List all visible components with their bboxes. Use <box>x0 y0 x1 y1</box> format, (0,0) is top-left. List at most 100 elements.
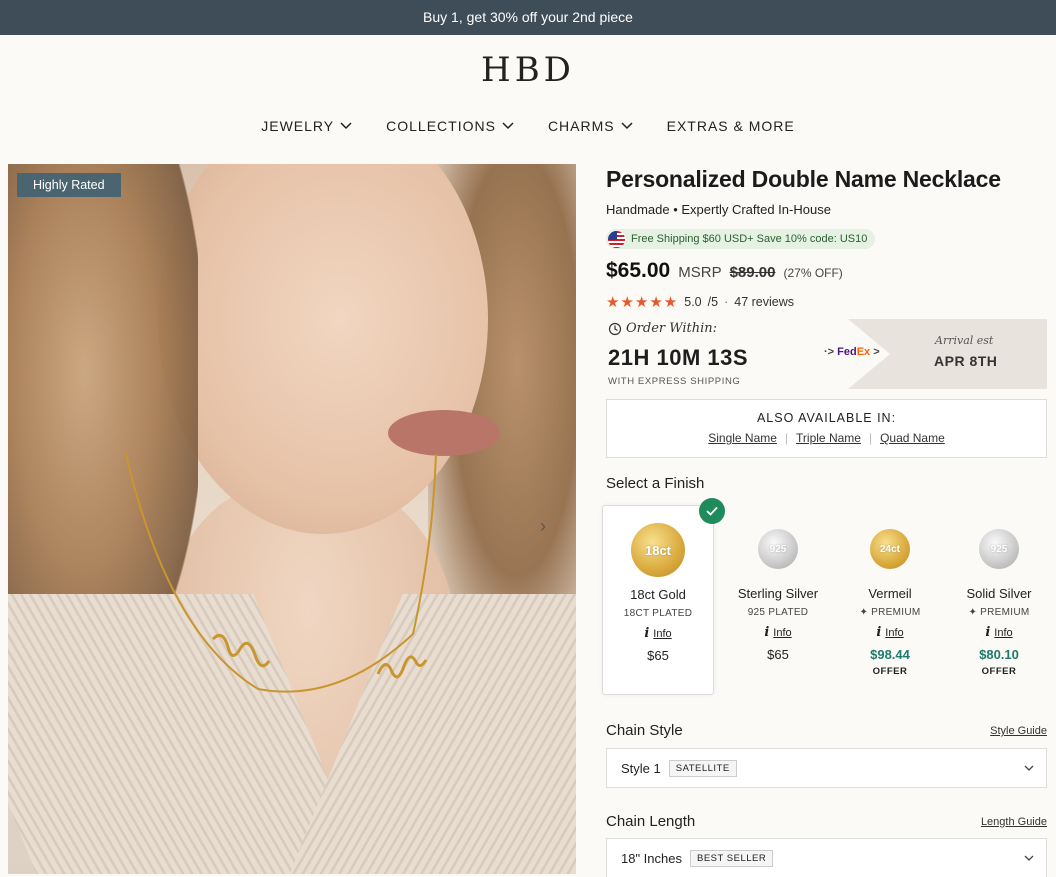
finish-name: Solid Silver <box>966 586 1032 601</box>
finish-price: $98.44 <box>870 647 910 662</box>
finish-options: 18ct 18ct Gold 18CT PLATED i Info $65 925… <box>602 498 1048 701</box>
rating-max: /5 <box>707 295 719 309</box>
highly-rated-badge: Highly Rated <box>17 173 121 197</box>
info-icon: i <box>985 625 991 640</box>
msrp-price: $89.00 <box>729 264 776 281</box>
info-icon: i <box>876 625 882 640</box>
chevron-down-icon <box>621 122 633 130</box>
arrival-label: Arrival est <box>935 334 994 347</box>
fedex-logo-icon: ·> FedEx > <box>824 346 880 358</box>
brand-logo[interactable]: HBD <box>0 50 1056 90</box>
nav-label: JEWELRY <box>261 118 335 134</box>
order-within-text: Order Within: <box>626 321 718 336</box>
finish-price: $65 <box>647 648 669 663</box>
chain-style-label: Chain Style <box>606 722 683 739</box>
fedex-fe: Fed <box>837 346 857 358</box>
finish-sub-text: PREMIUM <box>871 607 921 618</box>
info-link[interactable]: Info <box>773 627 791 639</box>
info-icon: i <box>764 625 770 640</box>
express-shipping-note: WITH EXPRESS SHIPPING <box>608 376 741 387</box>
chevron-down-icon <box>502 122 514 130</box>
finish-name: Sterling Silver <box>737 586 819 601</box>
chain-length-select[interactable]: 18" Inches BEST SELLER <box>606 838 1047 877</box>
chain-length-label: Chain Length <box>606 813 696 830</box>
chain-length-tag: BEST SELLER <box>690 849 774 867</box>
gold-coin-icon: 24ct <box>870 529 910 569</box>
price-row: $65.00 MSRP $89.00 (27% OFF) <box>606 259 843 283</box>
info-icon: i <box>644 626 650 641</box>
finish-name: Vermeil <box>868 586 912 601</box>
finish-info[interactable]: i Info <box>943 625 1055 640</box>
finish-name: 18ct Gold <box>630 587 686 602</box>
finish-price: $80.10 <box>979 647 1019 662</box>
nav-extras-more[interactable]: EXTRAS & MORE <box>667 118 795 134</box>
finish-price: $65 <box>767 647 789 662</box>
link-single-name[interactable]: Single Name <box>708 431 777 445</box>
link-quad-name[interactable]: Quad Name <box>880 431 945 445</box>
us-flag-icon <box>608 230 625 248</box>
finish-option-solid-silver[interactable]: 925 Solid Silver ✦ PREMIUM i Info $80.10 O… <box>943 505 1055 695</box>
finish-option-vermeil[interactable]: 24ct Vermeil ✦ PREMIUM i Info $98.44 OFFER <box>834 505 946 695</box>
product-subtitle: Handmade • Expertly Crafted In-House <box>606 202 831 217</box>
finish-option-18ct-gold[interactable]: 18ct 18ct Gold 18CT PLATED i Info $65 <box>602 498 725 695</box>
rating-row[interactable]: ★★★★★ 5.0 /5 · 47 reviews <box>606 293 794 311</box>
info-link[interactable]: Info <box>885 627 903 639</box>
fedex-ex: Ex <box>856 346 871 358</box>
link-triple-name[interactable]: Triple Name <box>796 431 861 445</box>
link-separator: | <box>784 431 789 445</box>
also-available-title: ALSO AVAILABLE IN: <box>756 411 897 425</box>
finish-info[interactable]: i Info <box>834 625 946 640</box>
silver-coin-icon: 925 <box>979 529 1019 569</box>
also-available-box: ALSO AVAILABLE IN: Single Name | Triple … <box>606 399 1047 458</box>
finish-info[interactable]: i Info <box>603 626 713 641</box>
nav-jewelry[interactable]: JEWELRY <box>261 118 352 134</box>
finish-offer-tag: OFFER <box>981 666 1017 677</box>
finish-sub-text: PREMIUM <box>980 607 1030 618</box>
shipping-promo-pill: Free Shipping $60 USD+ Save 10% code: US… <box>606 229 876 249</box>
nav-label: COLLECTIONS <box>386 118 496 134</box>
finish-sub: ✦ PREMIUM <box>943 607 1055 618</box>
rating-value: 5.0 <box>684 295 702 309</box>
gallery-next-arrow-icon[interactable]: › <box>540 516 546 537</box>
chevron-down-icon <box>1024 765 1034 771</box>
review-count[interactable]: 47 reviews <box>734 295 794 309</box>
finish-label: Select a Finish <box>606 475 705 492</box>
chain-style-select[interactable]: Style 1 SATELLITE <box>606 748 1047 788</box>
info-link[interactable]: Info <box>653 628 671 640</box>
style-guide-link[interactable]: Style Guide <box>990 725 1047 737</box>
sparkle-icon: ✦ <box>968 607 978 618</box>
current-price: $65.00 <box>606 259 671 282</box>
finish-sub: 925 PLATED <box>747 607 809 618</box>
chain-style-tag: SATELLITE <box>668 759 737 777</box>
length-guide-link[interactable]: Length Guide <box>981 816 1047 828</box>
info-link[interactable]: Info <box>994 627 1012 639</box>
arrival-date: APR 8TH <box>934 353 998 369</box>
product-title: Personalized Double Name Necklace <box>606 166 1001 192</box>
chevron-down-icon <box>1024 855 1034 861</box>
nav-label: CHARMS <box>547 118 615 134</box>
chevron-down-icon <box>340 122 352 130</box>
star-rating-icon: ★★★★★ <box>606 294 679 311</box>
also-available-links: Single Name | Triple Name | Quad Name <box>607 431 1046 445</box>
sparkle-icon: ✦ <box>859 607 869 618</box>
main-nav: JEWELRY COLLECTIONS CHARMS EXTRAS & MORE <box>0 118 1056 134</box>
order-deadline: Order Within: 21H 10M 13S WITH EXPRESS S… <box>606 319 1047 389</box>
product-photo[interactable] <box>8 164 576 874</box>
order-within-label: Order Within: <box>608 321 717 336</box>
necklace-illustration <box>125 453 437 693</box>
countdown-timer: 21H 10M 13S <box>608 345 749 370</box>
nav-charms[interactable]: CHARMS <box>548 118 633 134</box>
finish-option-sterling-silver[interactable]: 925 Sterling Silver 925 PLATED i Info $65 <box>722 505 834 695</box>
finish-info[interactable]: i Info <box>722 625 834 640</box>
shipping-promo-text: Free Shipping $60 USD+ Save 10% code: US… <box>631 233 868 245</box>
finish-sub: 18CT PLATED <box>623 608 693 619</box>
finish-offer-tag: OFFER <box>872 666 908 677</box>
msrp-label: MSRP <box>678 264 722 281</box>
discount-percent: (27% OFF) <box>783 266 843 280</box>
link-separator: | <box>868 431 873 445</box>
nav-label: EXTRAS & MORE <box>666 118 795 134</box>
chain-style-value: Style 1 <box>621 760 661 776</box>
nav-collections[interactable]: COLLECTIONS <box>386 118 514 134</box>
separator-dot: · <box>724 295 729 309</box>
gold-coin-icon: 18ct <box>631 523 685 577</box>
